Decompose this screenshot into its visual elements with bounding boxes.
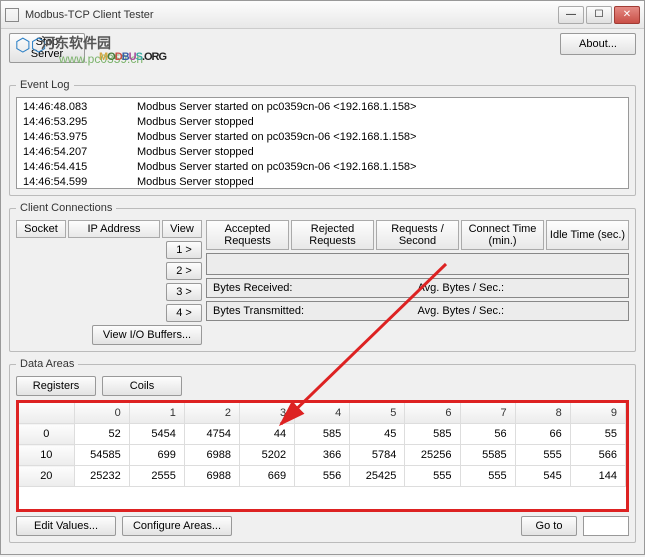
grid-cell[interactable]: 585 bbox=[405, 424, 460, 445]
client-connections-group: Client Connections Socket IP Address Vie… bbox=[9, 202, 636, 352]
grid-cell[interactable]: 56 bbox=[460, 424, 515, 445]
about-button[interactable]: About... bbox=[560, 33, 636, 55]
stop-server-button[interactable]: Stop Server bbox=[9, 33, 85, 63]
event-log-row[interactable]: 14:46:53.295Modbus Server stopped bbox=[19, 115, 626, 130]
grid-row-addr: 20 bbox=[19, 466, 74, 487]
bytes-transmitted-label: Bytes Transmitted: bbox=[213, 305, 418, 317]
grid-cell[interactable]: 66 bbox=[515, 424, 570, 445]
grid-cell[interactable]: 4754 bbox=[184, 424, 239, 445]
grid-col-header: 3 bbox=[240, 403, 295, 424]
event-log-row[interactable]: 14:46:54.599Modbus Server stopped bbox=[19, 175, 626, 189]
bytes-transmitted-row: Bytes Transmitted: Avg. Bytes / Sec.: bbox=[206, 301, 629, 321]
grid-cell[interactable]: 25232 bbox=[74, 466, 129, 487]
grid-cell[interactable]: 585 bbox=[295, 424, 350, 445]
bytes-received-row: Bytes Received: Avg. Bytes / Sec.: bbox=[206, 278, 629, 298]
event-log-legend: Event Log bbox=[16, 79, 74, 91]
grid-row-addr: 10 bbox=[19, 445, 74, 466]
coils-tab[interactable]: Coils bbox=[102, 376, 182, 396]
grid-col-header: 6 bbox=[405, 403, 460, 424]
grid-row[interactable]: 1054585699698852023665784252565585555566 bbox=[19, 445, 626, 466]
grid-cell[interactable]: 54585 bbox=[74, 445, 129, 466]
grid-cell[interactable]: 566 bbox=[570, 445, 625, 466]
goto-input[interactable] bbox=[583, 516, 629, 536]
grid-cell[interactable]: 366 bbox=[295, 445, 350, 466]
grid-cell[interactable]: 44 bbox=[240, 424, 295, 445]
avg-bytes-rx-label: Avg. Bytes / Sec.: bbox=[418, 282, 623, 294]
data-areas-group: Data Areas Registers Coils 0123456789052… bbox=[9, 358, 636, 543]
close-button[interactable]: ✕ bbox=[614, 6, 640, 24]
stats-header-cell: Requests / Second bbox=[376, 220, 459, 250]
modbus-logo: MODBUS.ORG bbox=[99, 31, 166, 68]
grid-col-header: 7 bbox=[460, 403, 515, 424]
grid-cell[interactable]: 699 bbox=[129, 445, 184, 466]
titlebar: Modbus-TCP Client Tester — ☐ ✕ bbox=[1, 1, 644, 29]
grid-row[interactable]: 052545447544458545585566655 bbox=[19, 424, 626, 445]
stats-header-cell: Connect Time (min.) bbox=[461, 220, 544, 250]
grid-row[interactable]: 20252322555698866955625425555555545144 bbox=[19, 466, 626, 487]
event-log-list[interactable]: 14:46:48.083Modbus Server started on pc0… bbox=[16, 97, 629, 189]
configure-areas-button[interactable]: Configure Areas... bbox=[122, 516, 232, 536]
grid-cell[interactable]: 6988 bbox=[184, 445, 239, 466]
event-log-row[interactable]: 14:46:48.083Modbus Server started on pc0… bbox=[19, 100, 626, 115]
app-icon bbox=[5, 8, 19, 22]
grid-cell[interactable]: 25256 bbox=[405, 445, 460, 466]
grid-cell[interactable]: 555 bbox=[405, 466, 460, 487]
col-view: View bbox=[162, 220, 202, 238]
maximize-button[interactable]: ☐ bbox=[586, 6, 612, 24]
grid-col-header: 8 bbox=[515, 403, 570, 424]
view-connection-button[interactable]: 1 > bbox=[166, 241, 202, 259]
minimize-button[interactable]: — bbox=[558, 6, 584, 24]
grid-cell[interactable]: 5784 bbox=[350, 445, 405, 466]
event-log-row[interactable]: 14:46:54.207Modbus Server stopped bbox=[19, 145, 626, 160]
view-connection-button[interactable]: 3 > bbox=[166, 283, 202, 301]
grid-cell[interactable]: 5585 bbox=[460, 445, 515, 466]
grid-cell[interactable]: 556 bbox=[295, 466, 350, 487]
grid-cell[interactable]: 545 bbox=[515, 466, 570, 487]
grid-cell[interactable]: 5202 bbox=[240, 445, 295, 466]
grid-col-header: 4 bbox=[295, 403, 350, 424]
grid-cell[interactable]: 52 bbox=[74, 424, 129, 445]
client-connections-legend: Client Connections bbox=[16, 202, 116, 214]
bytes-received-label: Bytes Received: bbox=[213, 282, 418, 294]
col-socket: Socket bbox=[16, 220, 66, 238]
grid-cell[interactable]: 669 bbox=[240, 466, 295, 487]
grid-cell[interactable]: 25425 bbox=[350, 466, 405, 487]
stats-header-cell: Accepted Requests bbox=[206, 220, 289, 250]
grid-cell[interactable]: 555 bbox=[515, 445, 570, 466]
event-log-group: Event Log 14:46:48.083Modbus Server star… bbox=[9, 79, 636, 196]
data-areas-legend: Data Areas bbox=[16, 358, 78, 370]
event-log-row[interactable]: 14:46:54.415Modbus Server started on pc0… bbox=[19, 160, 626, 175]
grid-cell[interactable]: 555 bbox=[460, 466, 515, 487]
stats-values-row bbox=[206, 253, 629, 275]
grid-cell[interactable]: 45 bbox=[350, 424, 405, 445]
grid-cell[interactable]: 55 bbox=[570, 424, 625, 445]
view-connection-button[interactable]: 4 > bbox=[166, 304, 202, 322]
registers-tab[interactable]: Registers bbox=[16, 376, 96, 396]
window-title: Modbus-TCP Client Tester bbox=[25, 9, 558, 21]
grid-cell[interactable]: 2555 bbox=[129, 466, 184, 487]
col-ip: IP Address bbox=[68, 220, 160, 238]
data-grid[interactable]: 0123456789052545447544458545585566655105… bbox=[16, 400, 629, 512]
event-log-row[interactable]: 14:46:53.975Modbus Server started on pc0… bbox=[19, 130, 626, 145]
grid-cell[interactable]: 6988 bbox=[184, 466, 239, 487]
grid-cell[interactable]: 144 bbox=[570, 466, 625, 487]
view-connection-button[interactable]: 2 > bbox=[166, 262, 202, 280]
grid-col-header: 2 bbox=[184, 403, 239, 424]
grid-col-header: 1 bbox=[129, 403, 184, 424]
grid-col-header: 9 bbox=[570, 403, 625, 424]
goto-button[interactable]: Go to bbox=[521, 516, 577, 536]
stats-header-cell: Idle Time (sec.) bbox=[546, 220, 629, 250]
grid-col-header: 5 bbox=[350, 403, 405, 424]
view-io-buffers-button[interactable]: View I/O Buffers... bbox=[92, 325, 202, 345]
avg-bytes-tx-label: Avg. Bytes / Sec.: bbox=[418, 305, 623, 317]
edit-values-button[interactable]: Edit Values... bbox=[16, 516, 116, 536]
grid-row-addr: 0 bbox=[19, 424, 74, 445]
stats-header-cell: Rejected Requests bbox=[291, 220, 374, 250]
grid-cell[interactable]: 5454 bbox=[129, 424, 184, 445]
grid-col-header: 0 bbox=[74, 403, 129, 424]
